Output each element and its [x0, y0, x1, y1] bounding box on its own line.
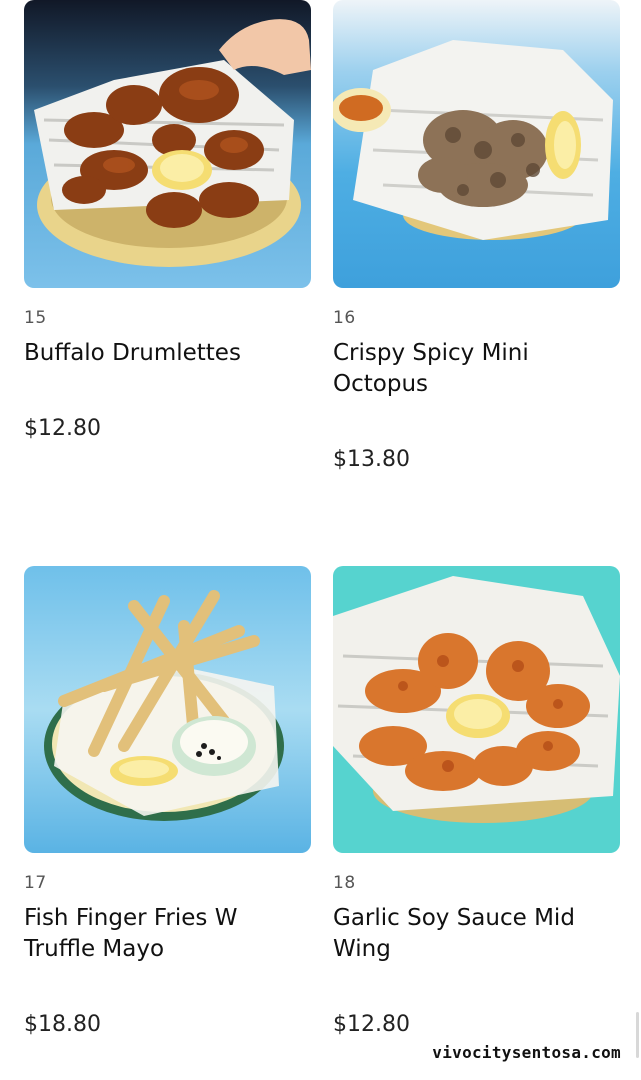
item-number: 16 [333, 308, 356, 328]
menu-item-card[interactable]: 15 Buffalo Drumlettes $12.80 [24, 0, 311, 441]
menu-item-card[interactable]: 18 Garlic Soy Sauce Mid Wing $12.80 [333, 566, 620, 1037]
fish-finger-fries-photo [24, 566, 311, 853]
item-price: $18.80 [24, 1012, 101, 1037]
item-name: Garlic Soy Sauce Mid Wing [333, 905, 575, 962]
item-number: 15 [24, 308, 47, 328]
watermark-text: vivocitysentosa.com [432, 1043, 621, 1062]
item-price: $12.80 [333, 1012, 410, 1037]
item-name: Buffalo Drumlettes [24, 340, 241, 366]
scrollbar[interactable] [636, 1012, 639, 1058]
menu-page: 15 Buffalo Drumlettes $12.80 16 Crispy S… [0, 0, 641, 1080]
item-number: 18 [333, 873, 356, 893]
item-name: Fish Finger Fries W Truffle Mayo [24, 905, 238, 962]
item-name: Crispy Spicy Mini Octopus [333, 340, 529, 397]
menu-item-card[interactable]: 17 Fish Finger Fries W Truffle Mayo $18.… [24, 566, 311, 1037]
buffalo-drumlettes-photo [24, 0, 311, 288]
item-number: 17 [24, 873, 47, 893]
item-price: $13.80 [333, 447, 410, 472]
menu-item-card[interactable]: 16 Crispy Spicy Mini Octopus $13.80 [333, 0, 620, 472]
garlic-soy-wing-photo [333, 566, 620, 853]
mini-octopus-photo [333, 0, 620, 288]
item-price: $12.80 [24, 416, 101, 441]
